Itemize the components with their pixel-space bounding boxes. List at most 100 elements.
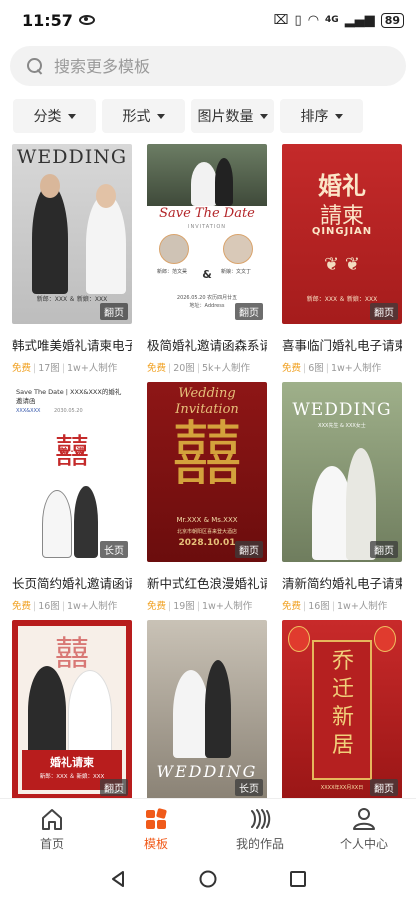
bride-figure	[191, 162, 217, 206]
page-type-badge: 长页	[100, 541, 128, 558]
bride-figure	[86, 194, 126, 294]
thumb-couple-line: 新郎：XXX ＆ 新娘：XXX	[306, 296, 378, 303]
back-icon[interactable]	[109, 870, 127, 888]
thumb-date: 2030.05.20	[54, 408, 83, 414]
tab-label: 首页	[39, 837, 64, 851]
page-type-badge: 翻页	[370, 541, 398, 558]
thumb-headline: 乔迁新居	[331, 649, 354, 758]
eye-icon	[78, 15, 95, 25]
template-meta: 免费 | 17图 | 1w+人制作	[12, 363, 118, 374]
thumb-couple-line: 新郎：XXX ＆ 新娘：XXX	[36, 296, 108, 303]
page-type-badge: 长页	[235, 779, 263, 796]
templates-icon	[146, 808, 167, 829]
filter-sort-button[interactable]: 排序	[280, 99, 363, 133]
status-time: 11:57	[22, 10, 73, 30]
home-button-icon[interactable]	[199, 870, 217, 888]
template-title: 清新简约婚礼电子请柬	[282, 576, 402, 591]
groom-figure	[74, 486, 98, 558]
template-thumbnail[interactable]: 乔迁新居 XXXX年XX月XX日 翻页	[282, 620, 402, 800]
template-thumbnail[interactable]: 囍 婚礼请柬 新郎：XXX ＆ 新娘：XXX 翻页	[12, 620, 132, 800]
thumb-couple-line: XXX先生 & XXX女士	[318, 423, 366, 429]
thumb-headline: 婚礼请柬	[50, 756, 94, 769]
lantern-right	[374, 626, 396, 652]
tab-profile[interactable]: 个人中心	[312, 799, 416, 854]
template-meta: 免费 | 19图 | 1w+人制作	[147, 601, 253, 612]
tab-templates[interactable]: 模板	[104, 799, 208, 854]
lantern-left	[288, 626, 310, 652]
template-meta: 免费 | 6图 | 1w+人制作	[282, 363, 382, 374]
filter-label: 形式	[122, 109, 151, 125]
my-works-icon	[251, 809, 271, 829]
template-title: 新中式红色浪漫婚礼请…	[147, 576, 267, 591]
bride-figure	[68, 670, 112, 756]
search-input[interactable]	[54, 56, 374, 76]
filter-label: 图片数量	[197, 109, 254, 125]
groom-avatar	[159, 234, 189, 264]
thumb-names: Mr.XXX & Ms.XXX	[176, 516, 238, 524]
thumb-xi: 囍	[172, 413, 242, 495]
template-card[interactable]: Save The Date | XXX&XXX的婚礼邀请函 XXX&XXX 20…	[12, 382, 132, 620]
bird-ornament: ❦ ❦	[324, 254, 360, 275]
search-icon	[26, 57, 44, 75]
page-type-badge: 翻页	[100, 779, 128, 796]
groom-face	[40, 174, 60, 198]
template-card[interactable]: 婚礼 請柬 QINGJIAN ❦ ❦ 新郎：XXX ＆ 新娘：XXX 翻页 喜事…	[282, 144, 402, 382]
bride-figure	[42, 490, 72, 558]
thumb-address: 北京市朝阳区喜来登大酒店	[176, 529, 237, 535]
thumb-headline: Wedding	[178, 386, 236, 401]
vibrate-icon: ▯	[294, 12, 302, 28]
thumb-headline: WEDDING	[292, 400, 392, 420]
template-thumbnail[interactable]: WEDDING XXX先生 & XXX女士 翻页	[282, 382, 402, 562]
template-title: 长页简约婚礼邀请函请…	[12, 576, 132, 591]
groom-figure	[205, 660, 231, 758]
template-title: 韩式唯美婚礼请柬电子…	[12, 338, 132, 353]
thumb-headline: Save The Date | XXX&XXX的婚礼邀请函	[16, 388, 122, 405]
tab-label: 个人中心	[339, 837, 388, 851]
groom-figure	[32, 184, 68, 294]
search-bar[interactable]	[10, 46, 406, 86]
page-type-badge: 翻页	[235, 303, 263, 320]
filter-label: 排序	[300, 109, 329, 125]
bottom-tab-bar: 首页 模板 我的作品 个人中心	[0, 798, 416, 854]
page-type-badge: 翻页	[235, 541, 263, 558]
thumb-pinyin: QINGJIAN	[311, 226, 373, 237]
tab-my-works[interactable]: 我的作品	[208, 799, 312, 854]
template-thumbnail[interactable]: Save The Date | XXX&XXX的婚礼邀请函 XXX&XXX 20…	[12, 382, 132, 562]
template-card[interactable]: Wedding Invitation 囍 Mr.XXX & Ms.XXX 北京市…	[147, 382, 267, 620]
template-thumbnail[interactable]: Wedding Invitation 囍 Mr.XXX & Ms.XXX 北京市…	[147, 382, 267, 562]
nfc-icon: ⌧	[273, 12, 289, 28]
tab-label: 我的作品	[235, 837, 284, 851]
thumb-xi: 囍	[55, 634, 89, 674]
page-type-badge: 翻页	[100, 303, 128, 320]
groom-figure	[28, 666, 66, 756]
network-type-label: 4G	[325, 15, 339, 25]
template-card[interactable]: WEDDING 新郎：XXX ＆ 新娘：XXX 翻页 韩式唯美婚礼请柬电子… 免…	[12, 144, 132, 382]
template-thumbnail[interactable]: WEDDING 长页	[147, 620, 267, 800]
thumb-subtitle: XXX&XXX	[16, 408, 41, 414]
template-grid: WEDDING 新郎：XXX ＆ 新娘：XXX 翻页 韩式唯美婚礼请柬电子… 免…	[12, 144, 408, 858]
tab-home[interactable]: 首页	[0, 799, 104, 854]
page-type-badge: 翻页	[370, 303, 398, 320]
profile-icon	[353, 808, 375, 830]
filter-format-button[interactable]: 形式	[102, 99, 185, 133]
template-thumbnail[interactable]: Save The Date INVITATION & 新郎：范文昊 新娘：文文丁…	[147, 144, 267, 324]
system-navigation-bar	[0, 858, 416, 900]
caret-down-icon	[156, 113, 165, 119]
wifi-icon: ◠	[307, 12, 320, 28]
tab-label: 模板	[143, 837, 168, 851]
thumb-headline: WEDDING	[16, 146, 128, 168]
thumb-groom-name: 新郎：范文昊	[157, 269, 188, 275]
template-thumbnail[interactable]: 婚礼 請柬 QINGJIAN ❦ ❦ 新郎：XXX ＆ 新娘：XXX 翻页	[282, 144, 402, 324]
template-card[interactable]: WEDDING XXX先生 & XXX女士 翻页 清新简约婚礼电子请柬 免费 | 1…	[282, 382, 402, 620]
bride-figure	[173, 670, 209, 758]
thumb-headline: Save The Date	[159, 206, 255, 221]
template-thumbnail[interactable]: WEDDING 新郎：XXX ＆ 新娘：XXX 翻页	[12, 144, 132, 324]
battery-icon: 89	[380, 12, 404, 28]
recents-icon[interactable]	[289, 870, 307, 888]
filter-image-count-button[interactable]: 图片数量	[191, 99, 274, 133]
thumb-date: 2026.05.20 农历四月廿五	[176, 295, 238, 301]
template-card[interactable]: Save The Date INVITATION & 新郎：范文昊 新娘：文文丁…	[147, 144, 267, 382]
thumb-bride-name: 新娘：文文丁	[221, 269, 252, 275]
filter-category-button[interactable]: 分类	[13, 99, 96, 133]
caret-down-icon	[259, 113, 268, 119]
